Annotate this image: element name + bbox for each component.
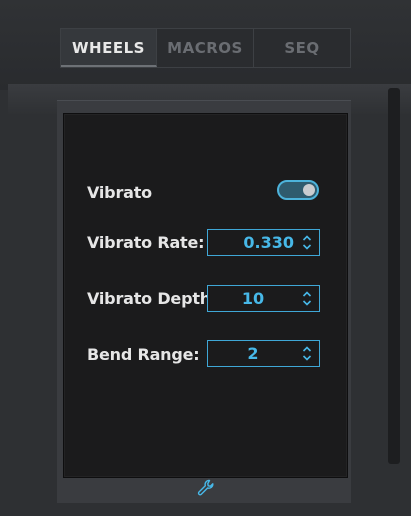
tab-seq[interactable]: SEQ — [254, 29, 350, 67]
up-down-chevron-icon[interactable] — [302, 234, 312, 251]
toggle-knob — [303, 184, 315, 196]
vibrato-depth-stepper[interactable]: 10 — [207, 285, 320, 312]
tab-wheels[interactable]: WHEELS — [61, 29, 157, 67]
up-down-chevron-icon[interactable] — [302, 290, 312, 307]
scrollbar[interactable] — [388, 88, 400, 464]
tab-macros[interactable]: MACROS — [157, 29, 254, 67]
bend-range-stepper[interactable]: 2 — [207, 340, 320, 367]
vibrato-depth-label: Vibrato Depth — [87, 289, 211, 308]
vibrato-depth-value: 10 — [241, 289, 265, 308]
bend-range-value: 2 — [247, 344, 259, 363]
vibrato-rate-value: 0.330 — [243, 233, 294, 252]
wrench-icon[interactable] — [196, 478, 216, 498]
tab-bar: WHEELS MACROS SEQ — [60, 28, 351, 68]
vibrato-rate-label: Vibrato Rate: — [87, 233, 205, 252]
bend-range-label: Bend Range: — [87, 345, 200, 364]
vibrato-rate-stepper[interactable]: 0.330 — [207, 229, 320, 256]
vibrato-toggle[interactable] — [277, 180, 319, 200]
up-down-chevron-icon[interactable] — [302, 345, 312, 362]
vibrato-label: Vibrato — [87, 183, 152, 202]
